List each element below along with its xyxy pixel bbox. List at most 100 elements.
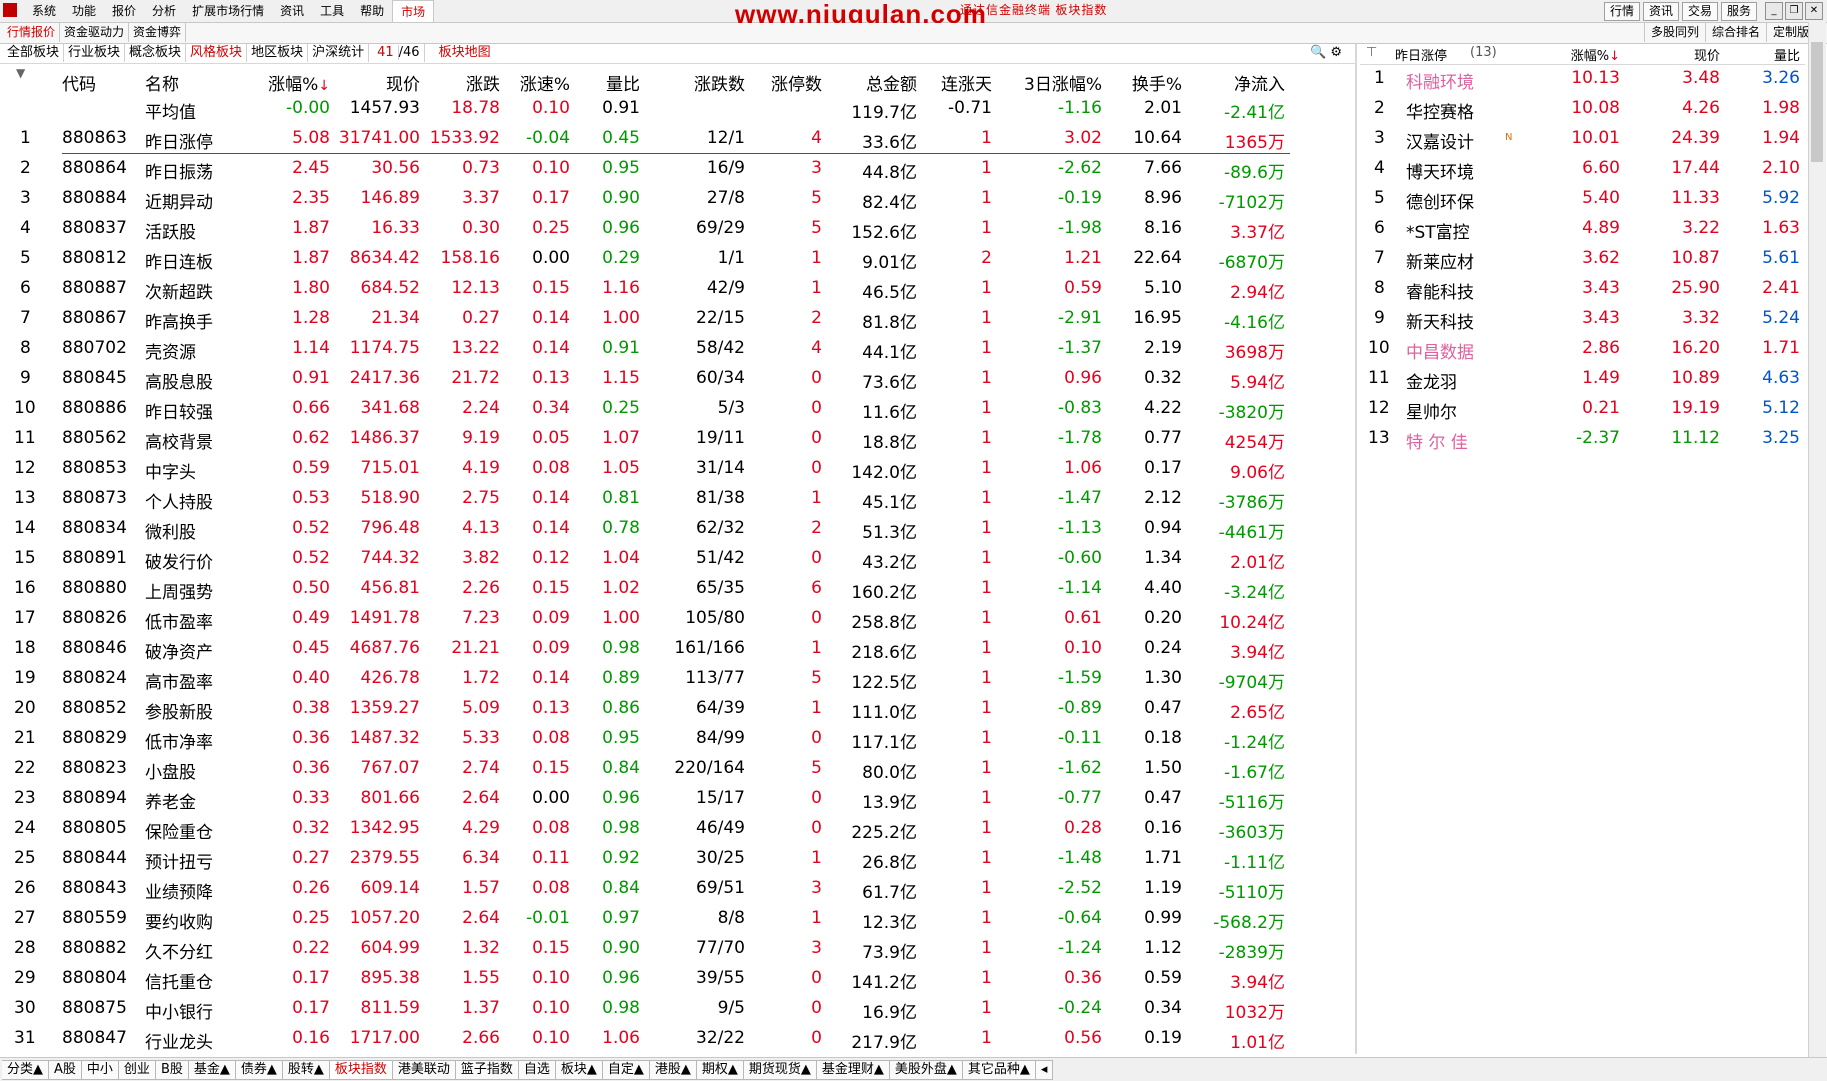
top-button[interactable]: 资讯 [1642, 2, 1679, 21]
market-tab[interactable]: 港股▲ [649, 1060, 697, 1080]
constituent-row[interactable]: 8 睿能科技 3.43 25.90 2.41 [1360, 274, 1805, 304]
column-header[interactable]: 涨速% [520, 70, 570, 95]
table-row[interactable]: 18 880846 破净资产 0.45 4687.76 21.21 0.09 0.98 161/… [0, 634, 1355, 664]
constituent-row[interactable]: 12 星帅尔 0.21 19.19 5.12 [1360, 394, 1805, 424]
search-icon[interactable]: 🔍 [1310, 45, 1326, 60]
constituent-row[interactable]: 5 德创环保 5.40 11.33 5.92 [1360, 184, 1805, 214]
market-tab[interactable]: 股转▲ [282, 1060, 330, 1080]
column-header[interactable]: 总金额 [866, 70, 917, 95]
table-row[interactable]: 6 880887 次新超跌 1.80 684.52 12.13 0.15 1.16 42/9 1 4… [0, 274, 1355, 304]
market-tab[interactable]: 创业 [118, 1060, 156, 1080]
sector-tab[interactable]: 沪深统计 [308, 44, 370, 62]
close-icon[interactable]: ✕ [1805, 2, 1823, 20]
market-tab[interactable]: 板块▲ [555, 1060, 603, 1080]
table-row[interactable]: 2 880864 昨日振荡 2.45 30.56 0.73 0.10 0.95 16/9 3 44.… [0, 154, 1355, 184]
constituent-row[interactable]: 1 科融环境 10.13 3.48 3.26 [1360, 64, 1805, 94]
market-tab[interactable]: 篮子指数 [455, 1060, 519, 1080]
menu-item[interactable]: 工具 [312, 0, 352, 22]
function-tab[interactable]: 资金博弈 [129, 23, 187, 42]
market-tab[interactable]: 自定▲ [602, 1060, 650, 1080]
scroll-left-icon[interactable]: ◂ [1035, 1060, 1054, 1080]
table-row[interactable]: 20 880852 参股新股 0.38 1359.27 5.09 0.13 0.86 64/39… [0, 694, 1355, 724]
column-header[interactable]: 代码 [62, 70, 96, 95]
menu-item[interactable]: 资讯 [272, 0, 312, 22]
constituent-row[interactable]: 7 新莱应材 3.62 10.87 5.61 [1360, 244, 1805, 274]
market-tab[interactable]: A股 [49, 1060, 82, 1080]
menu-item[interactable]: 帮助 [352, 0, 392, 22]
column-header[interactable]: 涨跌 [466, 70, 500, 95]
table-row[interactable]: 12 880853 中字头 0.59 715.01 4.19 0.08 1.05 31/14 0 1… [0, 454, 1355, 484]
table-row[interactable]: 30 880875 中小银行 0.17 811.59 1.37 0.10 0.98 9/5 0 16… [0, 994, 1355, 1024]
function-tab[interactable]: 资金驱动力 [60, 23, 130, 42]
vertical-scrollbar[interactable] [1808, 22, 1826, 1072]
column-header[interactable]: 现价 [386, 70, 420, 95]
top-button[interactable]: 服务 [1720, 2, 1757, 21]
market-tab[interactable]: 期货现货▲ [743, 1060, 817, 1080]
table-row[interactable]: 10 880886 昨日较强 0.66 341.68 2.24 0.34 0.25 5/3 0 11… [0, 394, 1355, 424]
gear-icon[interactable]: ⚙ [1330, 45, 1342, 60]
sector-tab[interactable]: 全部板块 [3, 44, 65, 62]
app-logo-icon[interactable] [3, 3, 17, 17]
restore-icon[interactable]: ❐ [1785, 2, 1803, 20]
table-row[interactable]: 25 880844 预计扭亏 0.27 2379.55 6.34 0.11 0.92 30/25… [0, 844, 1355, 874]
constituent-column-header[interactable]: 涨幅%↓ [1571, 45, 1620, 64]
table-row[interactable]: 17 880826 低市盈率 0.49 1491.78 7.23 0.09 1.00 105/8… [0, 604, 1355, 634]
table-row[interactable]: 16 880880 上周强势 0.50 456.81 2.26 0.15 1.02 65/35 6… [0, 574, 1355, 604]
table-row[interactable]: 13 880873 个人持股 0.53 518.90 2.75 0.14 0.81 81/38 1… [0, 484, 1355, 514]
market-tab[interactable]: 分类▲ [2, 1060, 49, 1080]
constituent-row[interactable]: 13 特 尔 佳 -2.37 11.12 3.25 [1360, 424, 1805, 454]
panel-divider[interactable] [1355, 44, 1357, 1054]
market-tab[interactable]: 中小 [81, 1060, 119, 1080]
top-button[interactable]: 行情 [1603, 2, 1640, 21]
menu-item[interactable]: 分析 [144, 0, 184, 22]
table-row[interactable]: 11 880562 高校背景 0.62 1486.37 9.19 0.05 1.07 19/11… [0, 424, 1355, 454]
top-button[interactable]: 交易 [1681, 2, 1718, 21]
constituent-column-header[interactable]: 量比 [1774, 45, 1800, 64]
column-header[interactable]: 涨跌数 [694, 70, 745, 95]
constituent-row[interactable]: 2 华控赛格 10.08 4.26 1.98 [1360, 94, 1805, 124]
sector-map-tab[interactable]: 板块地图 [425, 44, 495, 62]
table-row[interactable]: 19 880824 高市盈率 0.40 426.78 1.72 0.14 0.89 113/77… [0, 664, 1355, 694]
column-header[interactable]: 量比 [606, 70, 640, 95]
constituent-row[interactable]: 3 汉嘉设计 10.01 24.39 1.94 N [1360, 124, 1805, 154]
market-tab[interactable]: B股 [155, 1060, 189, 1080]
market-tab[interactable]: 板块指数 [329, 1060, 393, 1080]
constituent-row[interactable]: 11 金龙羽 1.49 10.89 4.63 [1360, 364, 1805, 394]
menu-item[interactable]: 报价 [104, 0, 144, 22]
market-tab[interactable]: 其它品种▲ [962, 1060, 1036, 1080]
sector-tab[interactable]: 风格板块 [186, 44, 248, 62]
table-row[interactable]: 14 880834 微利股 0.52 796.48 4.13 0.14 0.78 62/32 2 5… [0, 514, 1355, 544]
function-tab[interactable]: 行情报价 [3, 23, 61, 42]
sector-tab[interactable]: 概念板块 [125, 44, 187, 62]
sector-tab[interactable]: 行业板块 [64, 44, 126, 62]
table-row[interactable]: 26 880843 业绩预降 0.26 609.14 1.57 0.08 0.84 69/51 3… [0, 874, 1355, 904]
minimize-icon[interactable]: _ [1765, 2, 1783, 20]
column-header[interactable]: 净流入 [1234, 70, 1285, 95]
market-tab[interactable]: 债券▲ [235, 1060, 283, 1080]
table-row[interactable]: 5 880812 昨日连板 1.87 8634.42 158.16 0.00 0.29 1/1 1… [0, 244, 1355, 274]
constituent-row[interactable]: 9 新天科技 3.43 3.32 5.24 [1360, 304, 1805, 334]
market-tab[interactable]: 基金▲ [188, 1060, 236, 1080]
sector-tab[interactable]: 地区板块 [247, 44, 309, 62]
layout-tab[interactable]: 多股同列 [1643, 23, 1705, 42]
table-row[interactable]: 28 880882 久不分红 0.22 604.99 1.32 0.15 0.90 77/70 3… [0, 934, 1355, 964]
table-row[interactable]: 1 880863 昨日涨停 5.08 31741.00 1533.92 -0.04 0.45 1… [0, 124, 1355, 154]
market-tab[interactable]: 基金理财▲ [816, 1060, 890, 1080]
table-row[interactable]: 21 880829 低市净率 0.36 1487.32 5.33 0.08 0.95 84/99… [0, 724, 1355, 754]
column-header[interactable]: 换手% [1132, 70, 1182, 95]
table-row[interactable]: 22 880823 小盘股 0.36 767.07 2.74 0.15 0.84 220/164… [0, 754, 1355, 784]
constituent-row[interactable]: 6 *ST富控 4.89 3.22 1.63 [1360, 214, 1805, 244]
market-tab[interactable]: 自选 [518, 1060, 556, 1080]
sort-desc-icon[interactable]: ↓ [1609, 49, 1620, 64]
market-tab[interactable]: 港美联动 [392, 1060, 456, 1080]
table-row[interactable]: 9 880845 高股息股 0.91 2417.36 21.72 0.13 1.15 60/34… [0, 364, 1355, 394]
column-header[interactable]: 连涨天 [941, 70, 992, 95]
pin-icon[interactable]: ⊤ [1366, 45, 1377, 60]
column-header[interactable]: 涨停数 [771, 70, 822, 95]
table-row[interactable]: 23 880894 养老金 0.33 801.66 2.64 0.00 0.96 15/17 0 1… [0, 784, 1355, 814]
market-tab[interactable]: 期权▲ [696, 1060, 744, 1080]
table-row[interactable]: 29 880804 信托重仓 0.17 895.38 1.55 0.10 0.96 39/55 0… [0, 964, 1355, 994]
column-header[interactable]: 3日涨幅% [1024, 70, 1102, 95]
layout-tab[interactable]: 综合排名 [1704, 23, 1766, 42]
sort-arrow-icon[interactable]: ▼ [16, 66, 25, 80]
